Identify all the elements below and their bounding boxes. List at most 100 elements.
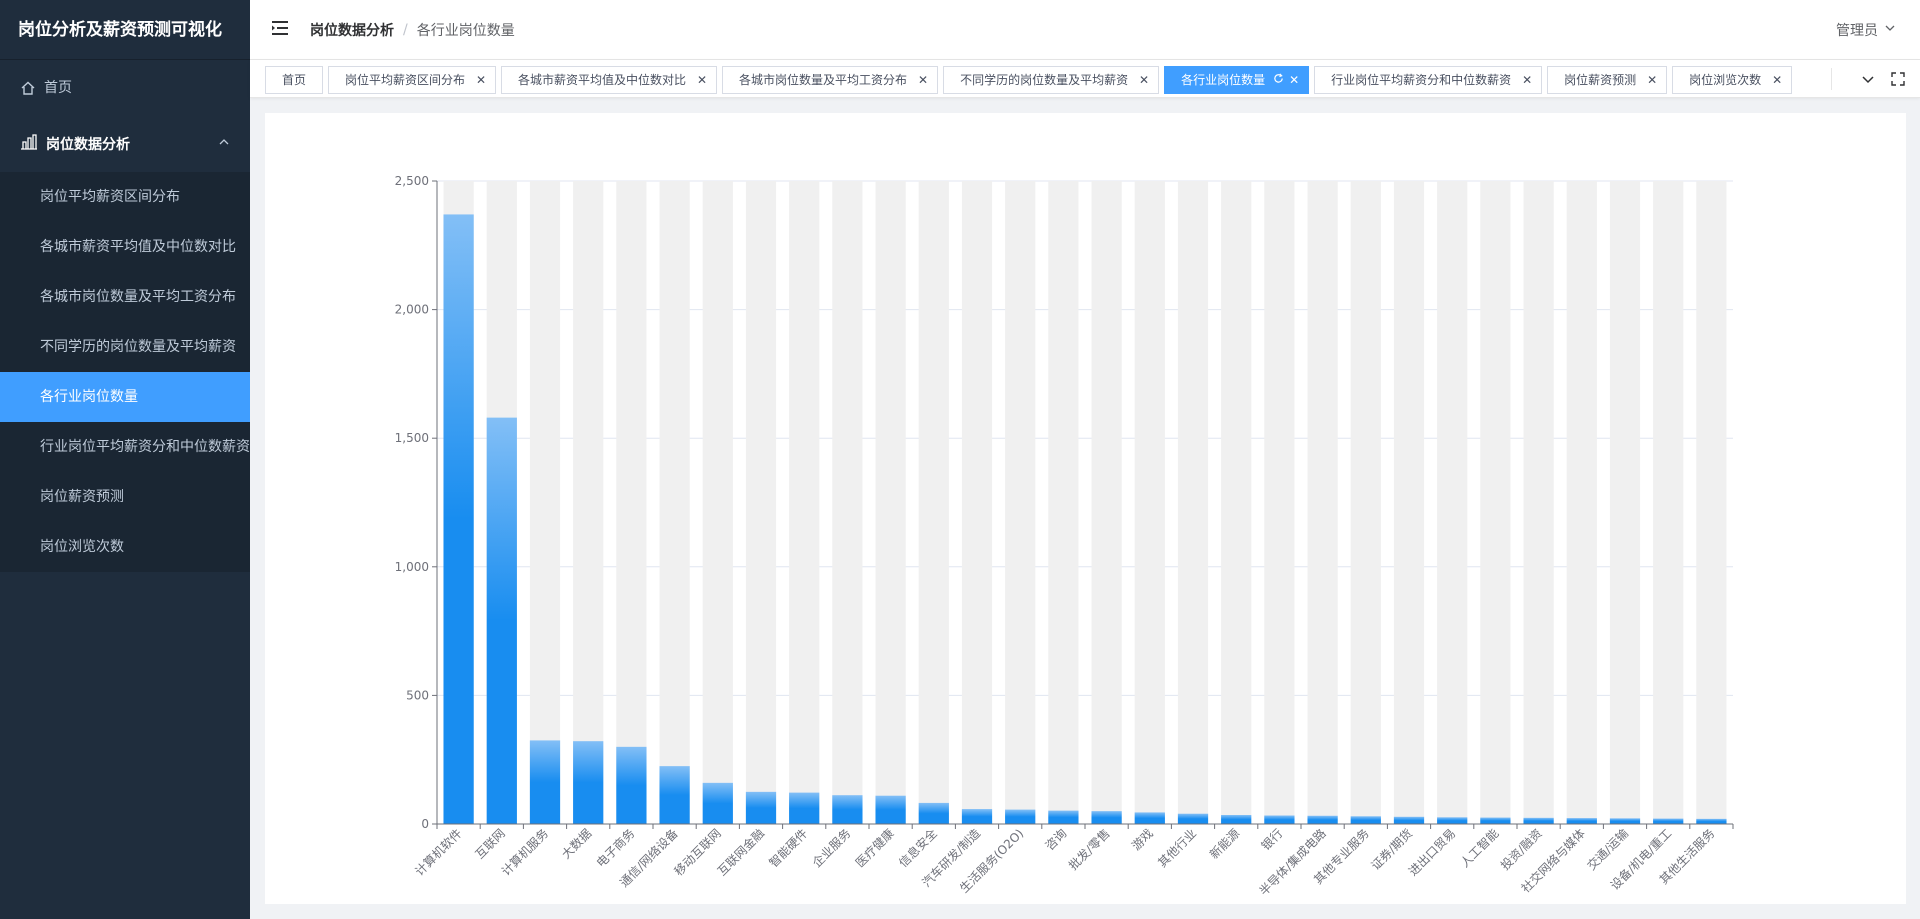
x-tick-label: 计算机软件 (412, 826, 465, 879)
bar-background (659, 181, 690, 824)
tab-industry-count[interactable]: 各行业岗位数量 ✕ (1164, 66, 1310, 94)
bar[interactable] (1134, 812, 1165, 824)
close-icon[interactable]: ✕ (1138, 67, 1150, 93)
tab-label: 岗位平均薪资区间分布 (345, 73, 466, 87)
bar[interactable] (961, 809, 993, 824)
tab-label: 各城市薪资平均值及中位数对比 (518, 73, 687, 87)
bar-background (1264, 181, 1295, 824)
sidebar-group-job-analysis[interactable]: 岗位数据分析 (0, 116, 250, 172)
sidebar-item-city-salary-compare[interactable]: 各城市薪资平均值及中位数对比 (0, 222, 250, 272)
bar-background (1134, 181, 1165, 824)
bar-background (1350, 181, 1381, 824)
bar[interactable] (486, 417, 517, 824)
bar[interactable] (659, 766, 690, 824)
close-icon[interactable]: ✕ (696, 67, 708, 93)
sidebar-submenu: 岗位平均薪资区间分布 各城市薪资平均值及中位数对比 各城市岗位数量及平均工资分布… (0, 172, 250, 572)
bar-background (1091, 181, 1122, 824)
sidebar-item-view-count[interactable]: 岗位浏览次数 (0, 522, 250, 572)
user-menu[interactable]: 管理员 (1836, 0, 1896, 60)
bar[interactable] (918, 802, 949, 824)
close-icon[interactable]: ✕ (475, 67, 487, 93)
bar[interactable] (1480, 817, 1511, 824)
breadcrumb-item[interactable]: 岗位数据分析 (310, 20, 394, 40)
refresh-icon[interactable] (1273, 67, 1284, 93)
close-icon[interactable]: ✕ (1521, 67, 1533, 93)
bar[interactable] (789, 792, 820, 824)
x-tick-label: 人工智能 (1457, 826, 1502, 871)
tab-tools (1831, 60, 1906, 98)
x-tick-label: 大数据 (558, 826, 594, 862)
bar[interactable] (1393, 816, 1425, 824)
close-icon[interactable]: ✕ (1288, 67, 1300, 93)
x-tick-label: 医疗健康 (852, 826, 897, 871)
chevron-down-icon (1884, 22, 1896, 38)
close-icon[interactable]: ✕ (917, 67, 929, 93)
close-icon[interactable]: ✕ (1771, 67, 1783, 93)
sidebar-item-label: 首页 (44, 80, 72, 96)
tab-city-job-count[interactable]: 各城市岗位数量及平均工资分布 ✕ (722, 66, 939, 94)
tab-education[interactable]: 不同学历的岗位数量及平均薪资 ✕ (943, 66, 1160, 94)
bar[interactable] (832, 795, 863, 824)
bar[interactable] (1653, 818, 1684, 824)
hamburger-button[interactable] (250, 0, 310, 60)
y-tick-label: 1,000 (395, 560, 429, 574)
tab-salary-range[interactable]: 岗位平均薪资区间分布 ✕ (328, 66, 497, 94)
tab-label: 各城市岗位数量及平均工资分布 (739, 73, 908, 87)
bar[interactable] (1609, 818, 1641, 824)
bar[interactable] (1437, 817, 1468, 824)
bar[interactable] (1696, 818, 1727, 824)
bar-background (745, 181, 777, 824)
app-title: 岗位分析及薪资预测可视化 (0, 0, 250, 60)
sidebar-item-education[interactable]: 不同学历的岗位数量及平均薪资 (0, 322, 250, 372)
tab-list: 首页 岗位平均薪资区间分布 ✕ 各城市薪资平均值及中位数对比 ✕ 各城市岗位数量… (265, 66, 1797, 94)
bar-background (1653, 181, 1684, 824)
tab-salary-predict[interactable]: 岗位薪资预测 ✕ (1547, 66, 1668, 94)
bar[interactable] (616, 746, 647, 824)
sidebar-group-label: 岗位数据分析 (46, 137, 130, 153)
fullscreen-icon[interactable] (1890, 71, 1906, 87)
sidebar-item-industry-salary[interactable]: 行业岗位平均薪资分和中位数薪资 (0, 422, 250, 472)
bar[interactable] (1005, 809, 1036, 824)
x-tick-label: 互联网 (473, 826, 508, 861)
bar[interactable] (443, 214, 474, 824)
sidebar-item-city-job-count[interactable]: 各城市岗位数量及平均工资分布 (0, 272, 250, 322)
tab-city-salary-compare[interactable]: 各城市薪资平均值及中位数对比 ✕ (501, 66, 718, 94)
tab-label: 各行业岗位数量 (1181, 73, 1266, 87)
tab-view-count[interactable]: 岗位浏览次数 ✕ (1672, 66, 1793, 94)
bar[interactable] (702, 782, 733, 824)
bar-background (1437, 181, 1468, 824)
bar[interactable] (1307, 815, 1338, 824)
x-tick-label: 游戏 (1129, 826, 1156, 853)
sidebar-item-home[interactable]: 首页 (0, 60, 250, 116)
close-icon[interactable]: ✕ (1646, 67, 1658, 93)
bar-background (832, 181, 863, 824)
y-tick-label: 1,500 (395, 431, 429, 445)
bar[interactable] (1350, 816, 1381, 824)
bar[interactable] (875, 795, 906, 824)
bar-background (1480, 181, 1511, 824)
x-tick-label: 电子商务 (593, 826, 638, 871)
bar[interactable] (1177, 813, 1209, 824)
tab-home[interactable]: 首页 (265, 66, 324, 94)
x-tick-label: 信息安全 (895, 826, 940, 871)
tab-industry-salary[interactable]: 行业岗位平均薪资分和中位数薪资 ✕ (1314, 66, 1543, 94)
bar[interactable] (1523, 817, 1554, 824)
bar[interactable] (745, 791, 777, 824)
y-tick-label: 2,500 (395, 174, 429, 188)
bar[interactable] (1091, 811, 1122, 824)
chevron-down-icon[interactable] (1860, 71, 1876, 87)
bar[interactable] (529, 740, 561, 824)
bar-chart-icon (20, 134, 38, 154)
bar[interactable] (1566, 818, 1597, 824)
sidebar-item-salary-range[interactable]: 岗位平均薪资区间分布 (0, 172, 250, 222)
bar-background (529, 181, 561, 824)
bar[interactable] (573, 741, 604, 824)
bar[interactable] (1048, 810, 1079, 824)
sidebar-item-salary-predict[interactable]: 岗位薪资预测 (0, 472, 250, 522)
bar[interactable] (1221, 814, 1252, 824)
x-tick-label: 批发/零售 (1065, 826, 1112, 873)
app-root: 岗位分析及薪资预测可视化 首页 岗位数据分析 岗位平均薪资区间分布 各城市薪资平… (0, 0, 1920, 919)
sidebar-item-industry-count[interactable]: 各行业岗位数量 (0, 372, 250, 422)
bar[interactable] (1264, 815, 1295, 824)
x-tick-label: 咨询 (1042, 826, 1070, 854)
